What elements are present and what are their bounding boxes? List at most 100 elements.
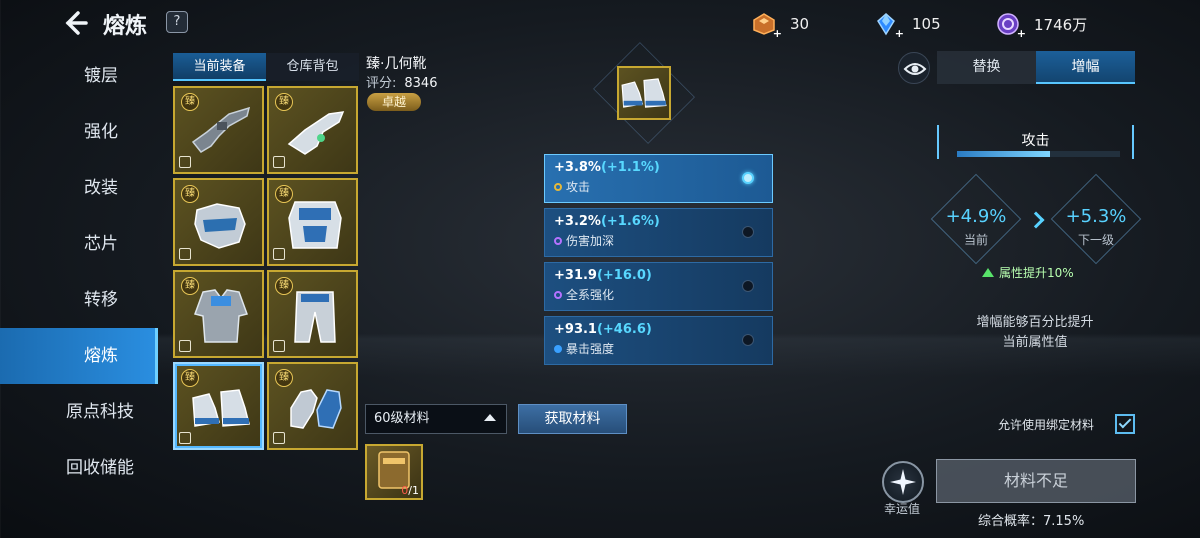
- stat-option-attack[interactable]: +3.8%(+1.1%) 攻击: [544, 154, 773, 203]
- stat-option-damage-boost[interactable]: +3.2%(+1.6%) 伤害加深: [544, 208, 773, 257]
- amplify-panel: 攻击: [937, 125, 1134, 159]
- nav-item-transfer[interactable]: 转移: [0, 272, 158, 328]
- stat-dot-icon: [554, 344, 562, 353]
- equipment-slot-boots[interactable]: 臻: [173, 362, 264, 450]
- equipment-slot-gloves[interactable]: 臻: [267, 362, 358, 450]
- chest-armor-icon: [288, 201, 342, 249]
- stat-value-increase: (+1.6%): [600, 214, 660, 229]
- item-name: 臻·几何靴: [366, 56, 427, 72]
- current-value: +4.9%: [945, 206, 1007, 227]
- currency-crystal[interactable]: + 105: [874, 12, 941, 40]
- lock-icon: [179, 340, 191, 352]
- equipment-slot-rifle[interactable]: 臻: [173, 86, 264, 174]
- rifle-icon: [191, 106, 251, 153]
- tab-current-equipment[interactable]: 当前装备: [173, 53, 266, 81]
- stat-value: +31.9(+16.0): [554, 268, 772, 283]
- nav-item-enhance[interactable]: 强化: [0, 104, 158, 160]
- amplify-description: 增幅能够百分比提升 当前属性值: [950, 313, 1120, 353]
- stat-name-row: 攻击: [554, 178, 772, 195]
- radio-unselected[interactable]: [742, 226, 754, 238]
- grade-badge: 卓越: [367, 93, 421, 111]
- tab-amplify[interactable]: 增幅: [1036, 51, 1135, 84]
- next-label: 下一级: [1077, 233, 1114, 247]
- boots-icon: [192, 389, 250, 427]
- equipment-slot-chest-armor[interactable]: 臻: [267, 178, 358, 266]
- stat-name: 攻击: [566, 180, 591, 194]
- lock-icon: [273, 156, 285, 168]
- material-box-icon: +: [752, 12, 782, 40]
- eye-toggle-button[interactable]: [898, 52, 930, 84]
- currency-coin[interactable]: + 1746万: [996, 12, 1088, 40]
- stat-name-row: 伤害加深: [554, 232, 772, 249]
- luck-button[interactable]: [882, 461, 924, 503]
- equipment-slot-pistol[interactable]: 臻: [267, 86, 358, 174]
- radio-selected[interactable]: [742, 172, 754, 184]
- get-material-button[interactable]: 获取材料: [518, 404, 627, 434]
- equipment-slot-helmet[interactable]: 臻: [173, 178, 264, 266]
- stat-dot-icon: [554, 236, 562, 245]
- nav-item-modify[interactable]: 改装: [0, 160, 158, 216]
- stat-name-row: 暴击强度: [554, 340, 772, 357]
- blue-crystal-icon: +: [874, 12, 904, 40]
- stat-value-increase: (+16.0): [596, 268, 652, 283]
- equipment-slot-pants[interactable]: 臻: [267, 270, 358, 358]
- description-line: 当前属性值: [1002, 335, 1068, 350]
- nav-item-recycle[interactable]: 回收储能: [0, 440, 158, 496]
- stat-value: +93.1(+46.6): [554, 322, 772, 337]
- amplify-progress-bar: [957, 151, 1120, 157]
- stat-value-increase: (+46.6): [596, 322, 652, 337]
- luck-label: 幸运值: [884, 502, 921, 516]
- lock-icon: [179, 248, 191, 260]
- equipment-grid: 臻 臻 臻 臻 臻 臻 臻 臻: [173, 86, 358, 450]
- arrow-right-icon: [1027, 211, 1045, 229]
- description-line: 增幅能够百分比提升: [976, 315, 1094, 330]
- pistol-icon: [287, 111, 345, 155]
- currency-coin-value: 1746万: [1034, 15, 1088, 34]
- radio-unselected[interactable]: [742, 334, 754, 346]
- tab-replace[interactable]: 替换: [937, 51, 1036, 84]
- stat-option-all-enhance[interactable]: +31.9(+16.0) 全系强化: [544, 262, 773, 311]
- material-item[interactable]: 0/1: [365, 444, 423, 500]
- allow-bound-label: 允许使用绑定材料: [998, 418, 1095, 432]
- back-arrow-icon[interactable]: [62, 10, 88, 36]
- next-value: +5.3%: [1065, 206, 1127, 227]
- help-icon[interactable]: ?: [166, 11, 188, 33]
- nav-label: 转移: [84, 290, 118, 310]
- next-value-block: +5.3% 下一级: [1061, 206, 1131, 248]
- currency-material[interactable]: + 30: [752, 12, 809, 40]
- equipment-slot-jacket[interactable]: 臻: [173, 270, 264, 358]
- right-tabs: 替换 增幅: [937, 51, 1135, 84]
- eye-icon: [903, 63, 927, 75]
- stat-option-crit-strength[interactable]: +93.1(+46.6) 暴击强度: [544, 316, 773, 365]
- nav-item-origin-tech[interactable]: 原点科技: [0, 384, 158, 440]
- nav-label: 强化: [84, 122, 118, 142]
- lock-icon: [273, 432, 285, 444]
- boots-icon: [621, 78, 667, 108]
- nav-label: 芯片: [84, 234, 118, 254]
- radio-unselected[interactable]: [742, 280, 754, 292]
- stat-value-base: +3.8%: [554, 160, 601, 175]
- currency-crystal-value: 105: [912, 15, 941, 33]
- jacket-icon: [194, 289, 248, 343]
- current-label: 当前: [963, 233, 988, 247]
- allow-bound-checkbox[interactable]: [1115, 414, 1135, 434]
- nav-label: 改装: [84, 178, 118, 198]
- nav-label: 熔炼: [84, 346, 118, 366]
- material-select-value: 60级材料: [374, 411, 430, 426]
- stat-name: 全系强化: [566, 288, 615, 302]
- material-count: 0/1: [401, 484, 419, 497]
- stat-list: +3.8%(+1.1%) 攻击 +3.2%(+1.6%) 伤害加深 +31.9(…: [544, 154, 773, 370]
- nav-item-plating[interactable]: 镀层: [0, 48, 158, 104]
- tab-warehouse[interactable]: 仓库背包: [266, 53, 359, 81]
- boost-text: 属性提升10%: [999, 266, 1074, 280]
- stat-value: +3.2%(+1.6%): [554, 214, 772, 229]
- gloves-icon: [290, 389, 342, 429]
- nav-label: 原点科技: [66, 402, 134, 422]
- insufficient-material-button[interactable]: 材料不足: [936, 459, 1136, 503]
- material-level-select[interactable]: 60级材料: [365, 404, 507, 434]
- nav-item-chip[interactable]: 芯片: [0, 216, 158, 272]
- caret-up-icon: [484, 414, 496, 421]
- stat-value-increase: (+1.1%): [600, 160, 660, 175]
- page-title: 熔炼: [103, 14, 148, 39]
- nav-item-smelt[interactable]: 熔炼: [0, 328, 158, 384]
